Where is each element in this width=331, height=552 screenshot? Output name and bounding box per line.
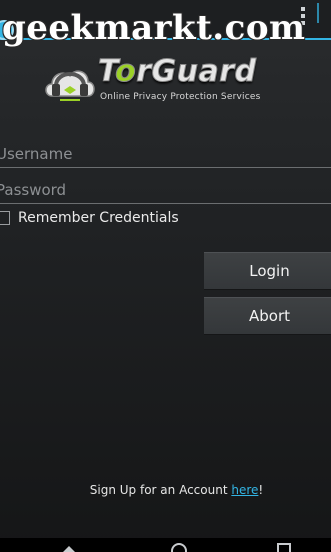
logo-tagline: Online Privacy Protection Services [100, 92, 261, 102]
password-input[interactable] [0, 176, 331, 204]
status-indicator-icon [317, 3, 325, 23]
logo-wordmark: TorGuard [97, 54, 257, 90]
back-icon[interactable] [62, 546, 76, 552]
signup-prefix: Sign Up for an Account [89, 483, 232, 497]
abort-button[interactable]: Abort [204, 297, 331, 335]
torguard-logo: TorGuard Online Privacy Protection Servi… [40, 52, 280, 112]
username-input[interactable] [0, 140, 331, 168]
signup-text: Sign Up for an Account here! [0, 483, 331, 497]
login-screen: geekmarkt.com TorGuard Online Privacy Pr… [0, 0, 331, 552]
signup-suffix: ! [258, 483, 264, 497]
recents-icon[interactable] [277, 543, 291, 552]
watermark: geekmarkt.com [2, 8, 306, 48]
remember-credentials-row[interactable]: Remember Credentials [0, 208, 240, 232]
signup-link[interactable]: here [231, 483, 258, 497]
home-icon[interactable] [171, 543, 187, 552]
remember-credentials-checkbox[interactable] [0, 211, 10, 225]
cloud-headphones-logo-icon [45, 70, 95, 101]
login-button[interactable]: Login [204, 252, 331, 290]
remember-credentials-label[interactable]: Remember Credentials [18, 210, 179, 226]
